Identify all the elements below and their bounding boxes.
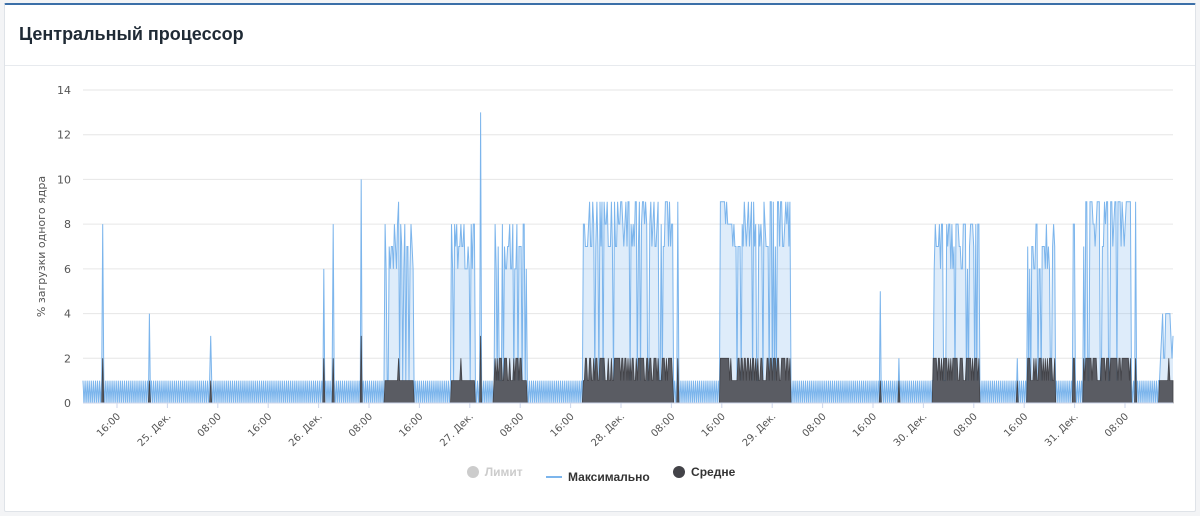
x-tick-label: 30. Дек. [892, 411, 930, 449]
x-tick-label: 28. Дек. [589, 411, 627, 449]
legend-limit-dot-icon [466, 466, 479, 478]
x-tick-label: 16:00 [549, 411, 577, 439]
y-tick-label: 10 [57, 173, 71, 186]
legend-max-label: Максимально [568, 470, 650, 484]
x-tick-label: 25. Дек. [136, 411, 174, 449]
y-axis-title: % загрузки одного ядра [35, 176, 48, 317]
x-tick-label: 08:00 [801, 411, 829, 439]
x-tick-label: 08:00 [952, 411, 980, 439]
x-tick-label: 16:00 [851, 411, 879, 439]
cpu-panel: Центральный процессор 0 2 4 6 8 10 12 14% загру… [4, 3, 1196, 512]
x-tick-label: 08:00 [1103, 411, 1131, 439]
x-tick-label: 08:00 [196, 411, 224, 439]
x-tick-label: 16:00 [95, 411, 123, 439]
y-tick-label: 14 [57, 84, 71, 97]
legend-avg-dot-icon [673, 466, 686, 478]
chart-legend: Лимит Максимально Средне [5, 465, 1197, 484]
legend-max-line-icon [546, 476, 563, 478]
x-tick-label: 16:00 [397, 411, 425, 439]
y-tick-label: 4 [64, 308, 71, 321]
legend-item-avg[interactable]: Средне [673, 465, 735, 479]
legend-avg-label: Средне [691, 465, 736, 479]
y-tick-label: 8 [64, 218, 71, 231]
legend-item-max[interactable]: Максимально [546, 470, 650, 484]
x-tick-label: 31. Дек. [1043, 411, 1081, 449]
legend-limit-label: Лимит [484, 465, 523, 479]
y-tick-label: 12 [57, 129, 71, 142]
x-tick-label: 26. Дек. [287, 411, 325, 449]
x-tick-label: 08:00 [347, 411, 375, 439]
x-tick-label: 08:00 [498, 411, 526, 439]
x-tick-label: 08:00 [649, 411, 677, 439]
x-tick-label: 29. Дек. [741, 411, 779, 449]
y-tick-label: 2 [64, 352, 71, 365]
y-tick-label: 6 [64, 263, 71, 276]
y-tick-label: 0 [64, 397, 71, 410]
x-tick-label: 16:00 [1002, 411, 1030, 439]
cpu-chart: 0 2 4 6 8 10 12 14 % загрузки одного ядра 16:00 25… [35, 84, 1174, 449]
legend-item-limit[interactable]: Лимит [466, 465, 523, 479]
x-tick-label: 16:00 [246, 411, 274, 439]
x-tick-label: 16:00 [700, 411, 728, 439]
x-tick-label: 27. Дек. [438, 411, 476, 449]
